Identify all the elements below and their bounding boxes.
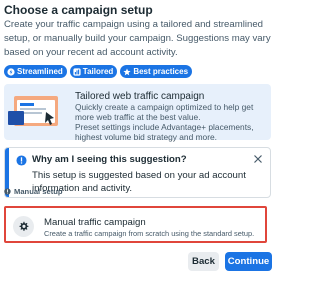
dialog-description: Create your traffic campaign using a tai… (4, 19, 271, 58)
suggestion-info-title: Why am I seeing this suggestion? (32, 154, 187, 165)
back-button[interactable]: Back (188, 252, 219, 271)
info-icon (4, 188, 11, 195)
tailored-campaign-card[interactable]: Tailored web traffic campaign Quickly cr… (4, 84, 271, 142)
dialog-title: Choose a campaign setup (4, 3, 153, 17)
gear-icon (19, 221, 29, 231)
manual-setup-label-text: Manual setup (14, 187, 63, 196)
campaign-illustration (8, 96, 58, 126)
pill-best-practices: Best practices (120, 65, 193, 78)
tailored-campaign-text: Quickly create a campaign optimized to h… (75, 102, 267, 142)
campaign-setup-dialog: Choose a campaign setup Create your traf… (0, 0, 277, 300)
bolt-icon (7, 67, 15, 76)
tailored-campaign-preset: Preset settings include Advantage+ place… (75, 122, 254, 142)
star-icon (123, 67, 131, 75)
manual-campaign-text: Create a traffic campaign from scratch u… (44, 229, 255, 238)
pill-tailored: Tailored (69, 65, 118, 78)
pill-label: Streamlined (17, 67, 63, 76)
pill-label: Best practices (133, 67, 189, 76)
pill-streamlined: Streamlined (4, 65, 67, 78)
gear-icon-wrap (13, 216, 34, 237)
pill-label: Tailored (82, 67, 114, 76)
continue-button[interactable]: Continue (225, 252, 272, 271)
tailored-campaign-title: Tailored web traffic campaign (75, 91, 205, 102)
info-icon (16, 155, 27, 166)
manual-campaign-title: Manual traffic campaign (44, 217, 146, 228)
suggestion-info-text: This setup is suggested based on your ad… (32, 170, 246, 194)
manual-traffic-campaign-card[interactable]: Manual traffic campaign Create a traffic… (4, 206, 267, 243)
feature-pills: Streamlined Tailored Best practices (4, 65, 193, 78)
bar-chart-icon (73, 67, 81, 76)
tailored-campaign-desc: Quickly create a campaign optimized to h… (75, 102, 254, 122)
close-icon[interactable] (253, 154, 263, 164)
manual-setup-label: Manual setup (4, 187, 63, 196)
